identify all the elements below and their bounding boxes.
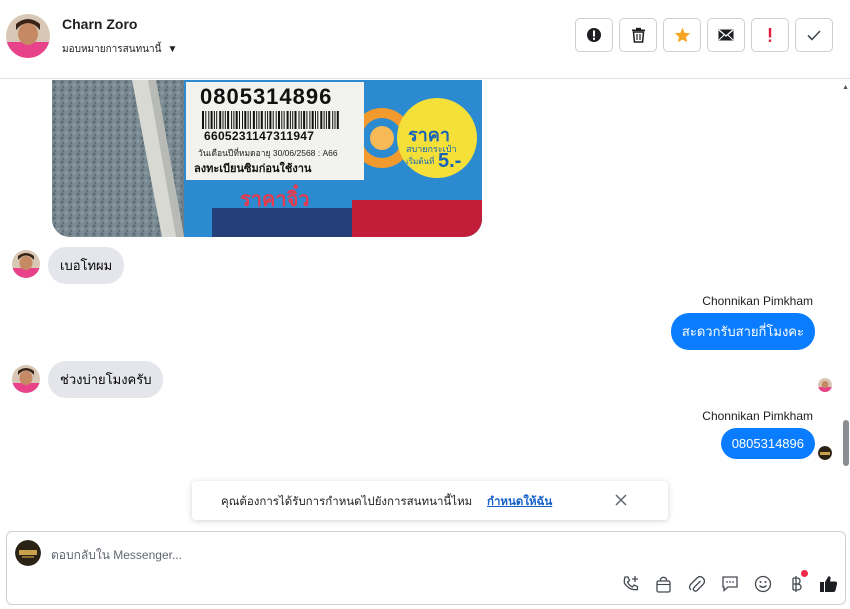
follow-up-button[interactable] [751, 18, 789, 52]
message-bubble-incoming[interactable]: ช่วงบ่ายโมงครับ [48, 361, 164, 398]
message-sender-name: Chonnikan Pimkham [702, 409, 813, 423]
contact-name[interactable]: Charn Zoro [62, 16, 137, 32]
assign-suggestion-banner: คุณต้องการได้รับการกำหนดไปยังการสนทนานี้… [192, 481, 668, 520]
message-bubble-outgoing[interactable]: 0805314896 [720, 428, 815, 459]
assign-label: มอบหมายการสนทนานี้ [62, 44, 162, 55]
sim-phone-number: 0805314896 [200, 84, 333, 109]
alert-circle-icon [587, 28, 601, 42]
close-icon[interactable] [613, 492, 629, 508]
thread-scrollbar[interactable]: ▲ [842, 80, 850, 528]
contact-avatar[interactable] [6, 14, 50, 58]
sim-card-photo[interactable]: 0805314896 6605231147311947 วันเดือนปีที… [52, 80, 482, 237]
star-icon [674, 27, 690, 43]
thumbs-up-icon[interactable] [819, 574, 838, 593]
phone-add-icon[interactable] [621, 574, 640, 593]
caret-down-icon: ▼ [167, 44, 178, 55]
contact-avatar-small [12, 250, 40, 278]
spam-button[interactable] [575, 18, 613, 52]
mark-done-button[interactable] [795, 18, 833, 52]
delete-button[interactable] [619, 18, 657, 52]
notification-dot [801, 570, 808, 577]
shopping-bag-icon[interactable] [654, 574, 673, 593]
page-avatar-small [818, 446, 832, 460]
conversation-header: Charn Zoro มอบหมายการสนทนานี้ ▼ [0, 0, 850, 79]
reply-input[interactable] [51, 544, 751, 566]
assign-conversation-dropdown[interactable]: มอบหมายการสนทนานี้ ▼ [62, 42, 177, 57]
exclamation-icon [768, 28, 772, 42]
composer-toolbar [621, 570, 838, 593]
message-sender-name: Chonnikan Pimkham [702, 294, 813, 308]
conversation-actions [575, 18, 833, 52]
reply-composer [6, 531, 846, 605]
scroll-up-arrow-icon[interactable]: ▲ [842, 84, 849, 91]
message-bubble-incoming[interactable]: เบอโทผม [48, 247, 125, 284]
trash-icon [631, 27, 645, 43]
smiley-icon[interactable] [753, 574, 772, 593]
page-avatar [15, 540, 41, 566]
envelope-icon [718, 29, 734, 41]
chat-bubble-icon[interactable] [720, 574, 739, 593]
seen-avatar [818, 378, 832, 392]
star-button[interactable] [663, 18, 701, 52]
message-thread[interactable]: 0805314896 6605231147311947 วันเดือนปีที… [0, 80, 850, 528]
price-value: 5.- [438, 150, 462, 172]
banner-text: คุณต้องการได้รับการกำหนดไปยังการสนทนานี้… [221, 496, 473, 508]
baht-icon[interactable] [786, 570, 808, 593]
sim-register-note: ลงทะเบียนซิมก่อนใช้งาน [194, 163, 312, 175]
message-bubble-outgoing[interactable]: สะดวกรับสายกี่โมงคะ [670, 313, 815, 350]
barcode-number: 6605231147311947 [204, 129, 315, 143]
barcode-image [202, 111, 339, 129]
check-icon [807, 29, 821, 41]
mark-unread-button[interactable] [707, 18, 745, 52]
sim-expiry: วันเดือนปีที่หมดอายุ 30/06/2568 : A66 [198, 148, 338, 158]
scrollbar-thumb[interactable] [843, 420, 849, 466]
paperclip-icon[interactable] [687, 574, 706, 593]
contact-avatar-small [12, 365, 40, 393]
brand-text: ราคาจิ๋ว [240, 189, 310, 211]
assign-to-me-link[interactable]: กำหนดให้ฉัน [487, 493, 552, 511]
messenger-inbox: Charn Zoro มอบหมายการสนทนานี้ ▼ 08053148… [0, 0, 850, 609]
price-start-label: เริ่มต้นที่ [406, 157, 435, 166]
